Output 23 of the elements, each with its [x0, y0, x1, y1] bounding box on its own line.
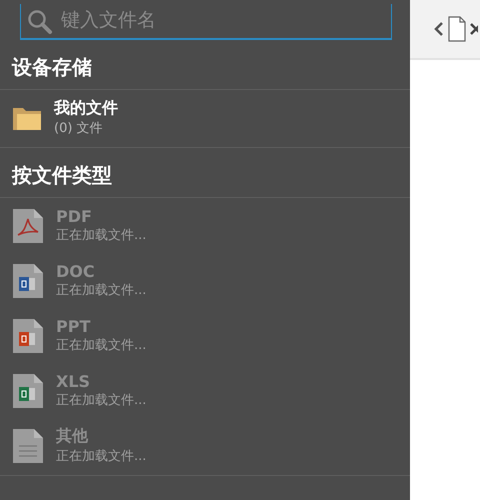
item-status: (0) 文件 [54, 120, 104, 137]
x-icon[interactable] [470, 21, 478, 37]
item-status: 正在加载文件... [56, 392, 146, 409]
document-lines-icon [12, 428, 44, 464]
file-category-item[interactable]: 我的文件 (0) 文件 [0, 90, 410, 145]
item-status: 正在加载文件... [56, 282, 146, 299]
search-field[interactable]: 键入文件名 [20, 4, 392, 40]
file-icon [12, 372, 44, 408]
file-icon [12, 318, 44, 354]
item-name: 其他 [56, 426, 90, 447]
search-icon [27, 9, 53, 35]
item-status: 正在加载文件... [56, 448, 146, 465]
item-status: 正在加载文件... [56, 337, 146, 354]
item-status: 正在加载文件... [56, 227, 146, 244]
item-name: DOC [56, 262, 96, 281]
item-name: 我的文件 [54, 98, 118, 119]
item-name: PPT [56, 317, 92, 336]
file-icon [12, 262, 44, 298]
item-name: PDF [56, 207, 93, 226]
item-name: XLS [56, 372, 92, 391]
back-icon[interactable] [434, 21, 444, 37]
file-icon [12, 208, 44, 244]
file-icon[interactable] [448, 16, 466, 42]
